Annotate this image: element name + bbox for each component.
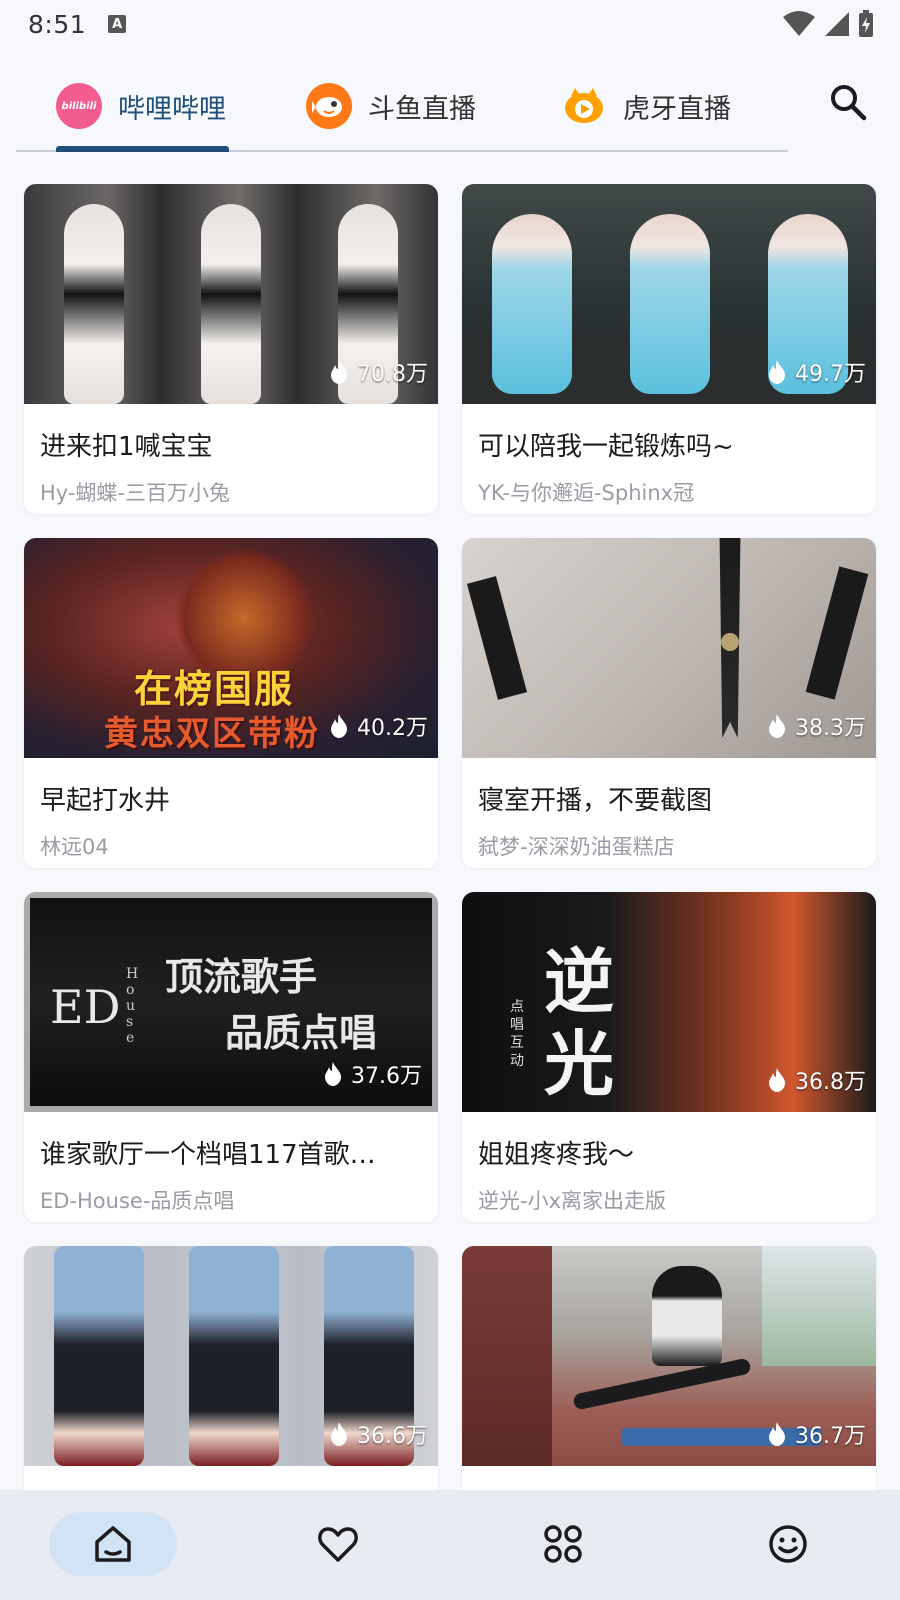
room-thumbnail: 逆 光 点唱互动 36.8万 — [462, 892, 876, 1112]
room-thumbnail: ED House 顶流歌手 品质点唱 37.6万 — [24, 892, 438, 1112]
live-room-card[interactable]: 49.7万 可以陪我一起锻炼吗~ YK-与你邂逅-Sphinx冠 — [462, 184, 876, 514]
streamer-name: Hy-蝴蝶-三百万小兔 — [40, 481, 231, 505]
viewer-count: 37.6万 — [323, 1058, 422, 1090]
flame-icon — [769, 360, 785, 384]
status-bar: 8:51 A — [0, 0, 900, 48]
smiley-icon — [769, 1525, 807, 1563]
tab-douyu[interactable]: 斗鱼直播 — [306, 76, 476, 136]
cellular-signal-icon — [825, 12, 849, 36]
thumbnail-banner-bottom: 黄忠双区带粉 — [104, 714, 320, 754]
heart-icon — [318, 1527, 358, 1562]
room-title: 寝室开播，不要截图 — [478, 786, 713, 816]
room-title: 早起打水井 — [40, 786, 171, 816]
search-icon — [831, 85, 867, 121]
viewer-count-text: 38.3万 — [795, 716, 866, 741]
streamer-name: 林远04 — [40, 835, 109, 859]
search-button[interactable] — [826, 80, 870, 124]
viewer-count: 40.2万 — [329, 710, 428, 742]
viewer-count: 38.3万 — [767, 710, 866, 742]
flame-icon — [769, 714, 785, 738]
nav-categories[interactable] — [499, 1512, 627, 1576]
tab-label: 斗鱼直播 — [368, 93, 476, 125]
thumbnail-logo: ED — [50, 980, 121, 1034]
streamer-name: YK-与你邂逅-Sphinx冠 — [478, 481, 695, 505]
thumbnail-vertical-text: 点唱互动 — [510, 999, 524, 1069]
viewer-count-text: 36.7万 — [795, 1424, 866, 1449]
grid-icon — [544, 1525, 582, 1563]
bottom-navigation — [0, 1490, 900, 1600]
live-room-card[interactable]: 38.3万 寝室开播，不要截图 弑梦-深深奶油蛋糕店 — [462, 538, 876, 868]
room-title: 姐姐疼疼我～ — [478, 1140, 635, 1170]
viewer-count: 70.8万 — [329, 356, 428, 388]
flame-icon — [325, 1062, 341, 1086]
nav-home[interactable] — [49, 1512, 177, 1576]
room-thumbnail: 在榜国服 黄忠双区带粉 40.2万 — [24, 538, 438, 758]
viewer-count: 36.8万 — [767, 1064, 866, 1096]
flame-icon — [769, 1068, 785, 1092]
thumbnail-banner-top: 在榜国服 — [134, 667, 295, 711]
bilibili-logo-icon: bilibili — [56, 83, 102, 129]
accessibility-indicator-icon: A — [108, 15, 127, 33]
viewer-count-text: 37.6万 — [351, 1064, 422, 1089]
thumbnail-logo-vertical: House — [126, 966, 139, 1046]
room-thumbnail: 36.6万 — [24, 1246, 438, 1466]
streamer-name: 逆光-小x离家出走版 — [478, 1189, 667, 1213]
viewer-count-text: 36.8万 — [795, 1070, 866, 1095]
room-thumbnail: 38.3万 — [462, 538, 876, 758]
status-icons — [782, 10, 874, 38]
viewer-count: 49.7万 — [767, 356, 866, 388]
wifi-icon — [783, 11, 815, 36]
active-tab-indicator — [56, 146, 229, 152]
nav-favorites[interactable] — [274, 1512, 402, 1576]
room-thumbnail: 36.7万 — [462, 1246, 876, 1466]
live-room-card[interactable]: 逆 光 点唱互动 36.8万 姐姐疼疼我～ 逆光-小x离家出走版 — [462, 892, 876, 1222]
flame-icon — [331, 1422, 347, 1446]
room-thumbnail: 49.7万 — [462, 184, 876, 404]
room-title: 谁家歌厅一个档唱117首歌… — [40, 1140, 376, 1170]
live-room-card[interactable]: 70.8万 进来扣1喊宝宝 Hy-蝴蝶-三百万小兔 — [24, 184, 438, 514]
huya-logo-icon — [561, 83, 607, 129]
flame-icon — [331, 360, 347, 384]
viewer-count-text: 49.7万 — [795, 362, 866, 387]
flame-icon — [331, 714, 347, 738]
thumbnail-subheadline: 品质点唱 — [225, 1010, 378, 1055]
viewer-count: 36.7万 — [767, 1418, 866, 1450]
douyu-fish-logo-icon — [306, 83, 352, 129]
live-room-grid: 70.8万 进来扣1喊宝宝 Hy-蝴蝶-三百万小兔 49.7万 可以陪我一起锻炼… — [24, 184, 876, 1576]
viewer-count-text: 40.2万 — [357, 716, 428, 741]
tab-label: 哔哩哔哩 — [118, 93, 226, 125]
thumbnail-calligraphy-2: 光 — [544, 1022, 614, 1105]
tab-bilibili[interactable]: bilibili 哔哩哔哩 — [56, 76, 226, 136]
nav-profile[interactable] — [724, 1512, 852, 1576]
battery-icon — [859, 10, 873, 37]
room-title: 可以陪我一起锻炼吗~ — [478, 432, 734, 462]
status-time: 8:51 — [28, 9, 87, 39]
tab-huya[interactable]: 虎牙直播 — [561, 76, 731, 136]
platform-tab-bar: bilibili 哔哩哔哩 斗鱼直播 虎牙直播 — [16, 64, 788, 152]
streamer-name: 弑梦-深深奶油蛋糕店 — [478, 835, 675, 859]
viewer-count-text: 70.8万 — [357, 362, 428, 387]
live-room-card[interactable]: ED House 顶流歌手 品质点唱 37.6万 谁家歌厅一个档唱117首歌… … — [24, 892, 438, 1222]
viewer-count: 36.6万 — [329, 1418, 428, 1450]
live-room-card[interactable]: 在榜国服 黄忠双区带粉 40.2万 早起打水井 林远04 — [24, 538, 438, 868]
thumbnail-headline: 顶流歌手 — [165, 954, 318, 999]
streamer-name: ED-House-品质点唱 — [40, 1189, 235, 1213]
viewer-count-text: 36.6万 — [357, 1424, 428, 1449]
bilibili-logo-text: bilibili — [61, 100, 97, 112]
room-thumbnail: 70.8万 — [24, 184, 438, 404]
tab-label: 虎牙直播 — [623, 93, 731, 125]
room-title: 进来扣1喊宝宝 — [40, 432, 213, 462]
flame-icon — [769, 1422, 785, 1446]
home-icon — [95, 1526, 131, 1562]
